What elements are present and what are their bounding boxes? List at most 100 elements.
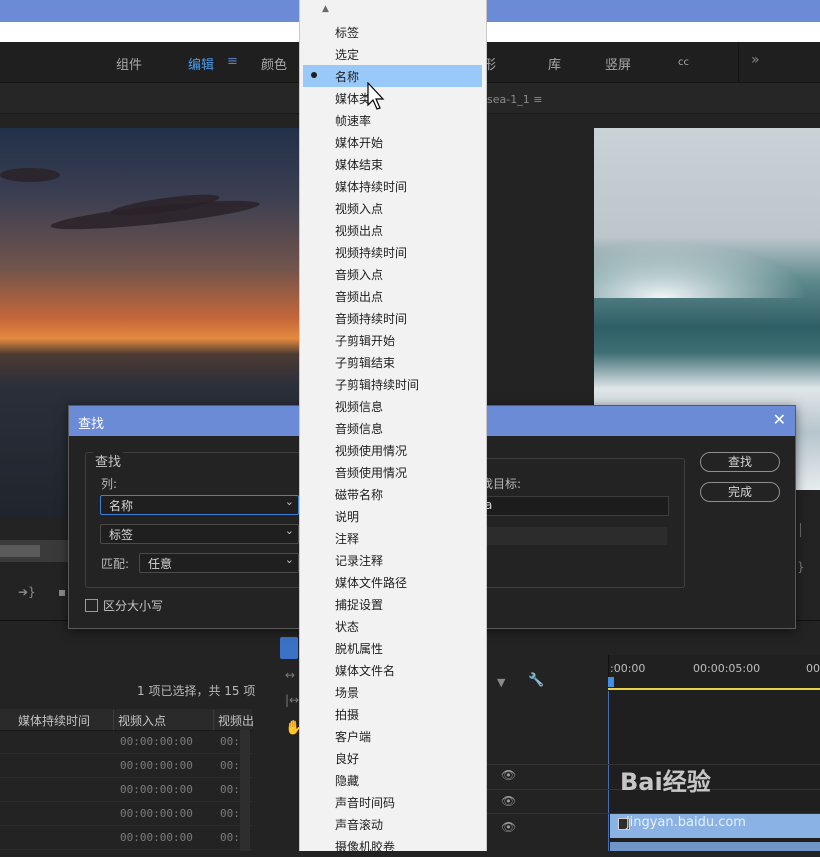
workspace-tab-vertical[interactable]: 竖屏 xyxy=(605,54,631,73)
eye-icon[interactable]: 👁 xyxy=(501,794,516,808)
dropdown-option[interactable]: 子剪辑开始 xyxy=(303,329,482,351)
dropdown-option-label: 名称 xyxy=(335,70,360,84)
dropdown-option-label: 脱机属性 xyxy=(335,642,384,656)
dropdown-option[interactable]: 视频出点 xyxy=(303,219,482,241)
selection-tool[interactable] xyxy=(280,637,298,659)
dropdown-option-label: 媒体结束 xyxy=(335,158,384,172)
workspace-overflow[interactable]: » xyxy=(738,42,820,82)
workspace-tab-editing[interactable]: 编辑 xyxy=(188,54,214,73)
workspace-tab-cc[interactable]: cc xyxy=(678,57,689,68)
dropdown-option-label: 媒体开始 xyxy=(335,136,384,150)
dropdown-option[interactable]: 良好 xyxy=(303,747,482,769)
find-button[interactable]: 查找 xyxy=(700,452,780,472)
dropdown-option[interactable]: 标签 xyxy=(303,21,482,43)
column-select[interactable]: 名称 ⌄ xyxy=(100,495,299,515)
case-sensitive-checkbox[interactable] xyxy=(85,599,98,612)
match-select[interactable]: 任意 ⌄ xyxy=(139,553,299,573)
dropdown-option[interactable]: 音频使用情况 xyxy=(303,461,482,483)
dropdown-option[interactable]: 视频信息 xyxy=(303,395,482,417)
workspace-tab-assembly[interactable]: 组件 xyxy=(116,54,142,73)
dropdown-option[interactable]: 场景 xyxy=(303,681,482,703)
dropdown-option[interactable]: 脱机属性 xyxy=(303,637,482,659)
timeline-clip-lower[interactable] xyxy=(610,842,820,851)
find-target-input-2[interactable] xyxy=(481,527,667,545)
dropdown-option-label: 隐藏 xyxy=(335,774,360,788)
insert-icon[interactable]: ➔} xyxy=(18,585,36,599)
dropdown-option[interactable]: 媒体文件名 xyxy=(303,659,482,681)
playhead[interactable] xyxy=(608,677,614,687)
panel-menu-icon[interactable]: ≡ xyxy=(533,93,542,106)
dropdown-option[interactable]: 音频持续时间 xyxy=(303,307,482,329)
dropdown-option-label: 注释 xyxy=(335,532,360,546)
dropdown-option[interactable]: 媒体类 xyxy=(303,87,482,109)
operator-select[interactable]: 标签 ⌄ xyxy=(100,524,299,544)
dropdown-option[interactable]: 子剪辑结束 xyxy=(303,351,482,373)
dropdown-option[interactable]: 媒体开始 xyxy=(303,131,482,153)
dropdown-option[interactable]: 说明 xyxy=(303,505,482,527)
dropdown-option-label: 视频使用情况 xyxy=(335,444,408,458)
done-button[interactable]: 完成 xyxy=(700,482,780,502)
dropdown-option-label: 声音滚动 xyxy=(335,818,384,832)
dropdown-option[interactable]: 捕捉设置 xyxy=(303,593,482,615)
dropdown-option[interactable]: 注释 xyxy=(303,527,482,549)
column-select-value: 名称 xyxy=(109,499,134,513)
dropdown-option[interactable]: 客户端 xyxy=(303,725,482,747)
close-icon[interactable]: ✕ xyxy=(773,410,786,429)
dropdown-option[interactable]: 音频入点 xyxy=(303,263,482,285)
dropdown-option[interactable]: 媒体结束 xyxy=(303,153,482,175)
workspace-menu-icon[interactable]: ≡ xyxy=(227,54,238,69)
selection-count: 1 项已选择，共 15 项 xyxy=(137,684,256,698)
column-header-video-in[interactable]: 视频入点 xyxy=(118,712,166,729)
dropdown-option-label: 选定 xyxy=(335,48,360,62)
dropdown-option[interactable]: 视频使用情况 xyxy=(303,439,482,461)
dropdown-option[interactable]: 拍摄 xyxy=(303,703,482,725)
dropdown-option[interactable]: 媒体文件路径 xyxy=(303,571,482,593)
cell-video-in: 00:00:00:00 xyxy=(120,759,193,772)
cell-video-in: 00:00:00:00 xyxy=(120,783,193,796)
mark-out-icon[interactable]: } xyxy=(797,560,805,574)
wrench-icon[interactable]: 🔧 xyxy=(528,673,544,688)
dropdown-option[interactable]: 音频出点 xyxy=(303,285,482,307)
column-header-media-duration[interactable]: 媒体持续时间 xyxy=(18,712,90,729)
workspace-tab-color[interactable]: 颜色 xyxy=(261,54,287,73)
dropdown-option[interactable]: 磁带名称 xyxy=(303,483,482,505)
eye-icon[interactable]: 👁 xyxy=(501,768,516,782)
project-scrollbar[interactable] xyxy=(240,730,250,851)
work-area-bar[interactable] xyxy=(608,688,820,690)
dropdown-option[interactable]: 帧速率 xyxy=(303,109,482,131)
camera-icon[interactable]: ▪ xyxy=(58,585,66,599)
dropdown-option[interactable]: 名称 xyxy=(303,65,482,87)
dropdown-option[interactable]: 声音时间码 xyxy=(303,791,482,813)
column-header-video-out[interactable]: 视频出 xyxy=(218,712,254,729)
add-marker-icon[interactable]: ▼ xyxy=(497,676,505,689)
cell-video-in: 00:00:00:00 xyxy=(120,735,193,748)
dropdown-option[interactable]: 子剪辑持续时间 xyxy=(303,373,482,395)
find-target-input[interactable] xyxy=(481,496,669,516)
dropdown-option[interactable]: 摄像机胶卷 xyxy=(303,835,482,857)
eye-icon[interactable]: 👁 xyxy=(501,820,516,834)
find-group-label: 查找 xyxy=(93,451,124,470)
dropdown-option-label: 音频使用情况 xyxy=(335,466,408,480)
dropdown-option[interactable]: 隐藏 xyxy=(303,769,482,791)
column-divider[interactable] xyxy=(213,710,214,730)
scroll-up-arrow-icon[interactable]: ▲ xyxy=(322,4,329,14)
program-scrub-marker xyxy=(800,523,801,537)
find-target-label: 找目标: xyxy=(481,477,522,491)
dropdown-option[interactable]: 状态 xyxy=(303,615,482,637)
dropdown-option[interactable]: 声音滚动 xyxy=(303,813,482,835)
workspace-tab-libraries[interactable]: 库 xyxy=(548,54,561,73)
dropdown-option-label: 视频出点 xyxy=(335,224,384,238)
dropdown-option[interactable]: 选定 xyxy=(303,43,482,65)
dropdown-option[interactable]: 记录注释 xyxy=(303,549,482,571)
column-divider[interactable] xyxy=(113,710,114,730)
track-select-icon[interactable]: ↔ xyxy=(285,668,295,682)
program-monitor-tab[interactable]: sea-1_1 ≡ xyxy=(487,93,542,106)
dropdown-option-label: 场景 xyxy=(335,686,360,700)
match-select-value: 任意 xyxy=(148,557,173,571)
dropdown-option[interactable]: 音频信息 xyxy=(303,417,482,439)
dropdown-option[interactable]: 视频入点 xyxy=(303,197,482,219)
dropdown-option-label: 音频入点 xyxy=(335,268,384,282)
column-label: 列: xyxy=(101,477,118,491)
dropdown-option[interactable]: 视频持续时间 xyxy=(303,241,482,263)
dropdown-option[interactable]: 媒体持续时间 xyxy=(303,175,482,197)
